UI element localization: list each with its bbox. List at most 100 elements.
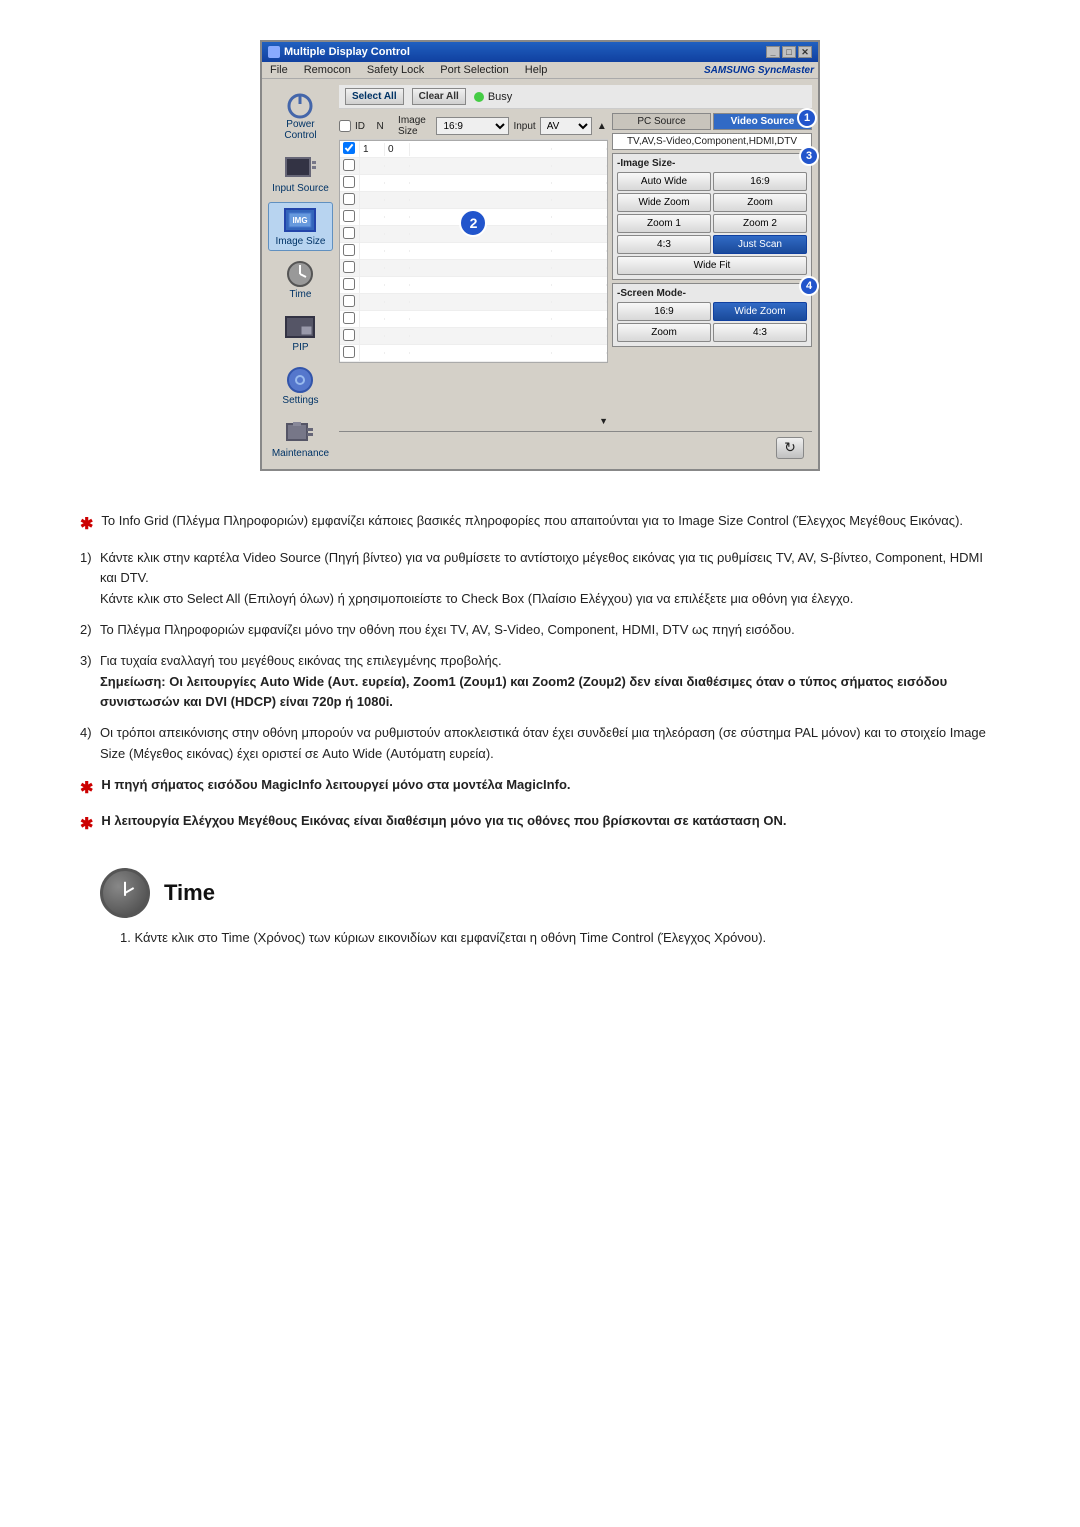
busy-dot-icon	[474, 92, 484, 102]
table-row	[340, 192, 607, 209]
row-checkbox[interactable]	[343, 176, 355, 188]
item-3-bold: Σημείωση: Οι λειτουργίες Auto Wide (Αυτ.…	[100, 674, 947, 710]
table-row	[340, 328, 607, 345]
wide-fit-button[interactable]: Wide Fit	[617, 256, 807, 275]
input-select[interactable]: AV TV HDMI	[540, 117, 592, 135]
clear-all-button[interactable]: Clear All	[412, 88, 466, 105]
row-checkbox[interactable]	[343, 227, 355, 239]
table-row	[340, 175, 607, 192]
busy-label: Busy	[488, 91, 512, 103]
row-checkbox[interactable]	[343, 278, 355, 290]
power-icon	[284, 88, 316, 120]
table-row	[340, 345, 607, 362]
pc-source-tab[interactable]: PC Source	[612, 113, 711, 130]
ratio-4-3-button[interactable]: 4:3	[617, 235, 711, 254]
sidebar-label-imagesize: Image Size	[275, 236, 325, 247]
item-1-text: Κάντε κλικ στην καρτέλα Video Source (Πη…	[100, 550, 983, 586]
imgsize-header-label: Image Size	[398, 115, 432, 137]
table-row	[340, 311, 607, 328]
header-checkbox[interactable]	[339, 120, 351, 132]
screen-mode-title: -Screen Mode-	[617, 288, 807, 299]
close-button[interactable]: ✕	[798, 46, 812, 58]
time-icon	[285, 259, 315, 289]
screen-mode-buttons: 16:9 Wide Zoom Zoom 4:3	[617, 302, 807, 342]
settings-icon	[285, 365, 315, 395]
menu-port-selection[interactable]: Port Selection	[436, 63, 512, 77]
star-note-3-text: Η λειτουργία Ελέγχου Μεγέθους Εικόνας εί…	[101, 811, 1000, 832]
imgsize-select[interactable]: 16:9 4:3 Auto Wide	[436, 117, 509, 135]
zoom-button[interactable]: Zoom	[713, 193, 807, 212]
input-header-label: Input	[513, 121, 535, 132]
window-controls: _ □ ✕	[766, 46, 812, 58]
sidebar-item-settings[interactable]: Settings	[268, 361, 333, 410]
samsung-logo: SAMSUNG SyncMaster	[704, 65, 814, 76]
just-scan-button[interactable]: Just Scan	[713, 235, 807, 254]
zoom1-button[interactable]: Zoom 1	[617, 214, 711, 233]
screen-mode-section: 4 -Screen Mode- 16:9 Wide Zoom Zoom 4:3	[612, 283, 812, 347]
sidebar-item-power[interactable]: Power Control	[268, 85, 333, 145]
table-row	[340, 243, 607, 260]
image-size-icon: IMG	[283, 207, 317, 235]
row-checkbox[interactable]	[343, 159, 355, 171]
input-header: Input AV TV HDMI	[513, 117, 591, 135]
imgsize-header: Image Size 16:9 4:3 Auto Wide	[398, 115, 509, 137]
row-checkbox[interactable]	[343, 244, 355, 256]
time-section-title: Time	[164, 875, 215, 910]
sidebar-item-pip[interactable]: PIP	[268, 308, 333, 357]
select-all-button[interactable]: Select All	[345, 88, 404, 105]
row-checkbox[interactable]	[343, 329, 355, 341]
minimize-button[interactable]: _	[766, 46, 780, 58]
grid-header-num: N	[377, 121, 395, 132]
menu-file[interactable]: File	[266, 63, 292, 77]
sidebar-item-input[interactable]: Input Source	[268, 149, 333, 198]
ratio-16-9-button[interactable]: 16:9	[713, 172, 807, 191]
menu-remocon[interactable]: Remocon	[300, 63, 355, 77]
row-checkbox[interactable]	[343, 210, 355, 222]
screen-4-3-button[interactable]: 4:3	[713, 323, 807, 342]
numbered-item-3: 3) Για τυχαία εναλλαγή του μεγέθους εικό…	[80, 651, 1000, 713]
screen-zoom-button[interactable]: Zoom	[617, 323, 711, 342]
numbered-item-1: 1) Κάντε κλικ στην καρτέλα Video Source …	[80, 548, 1000, 610]
auto-wide-button[interactable]: Auto Wide	[617, 172, 711, 191]
scroll-arrow-up[interactable]: ▲	[596, 121, 608, 132]
wide-zoom-button[interactable]: Wide Zoom	[617, 193, 711, 212]
numbered-item-4: 4) Οι τρόποι απεικόνισης στην οθόνη μπορ…	[80, 723, 1000, 765]
item-1-sub: Κάντε κλικ στο Select All (Επιλογή όλων)…	[100, 591, 853, 606]
sidebar: Power Control Input Source	[268, 85, 333, 463]
zoom2-button[interactable]: Zoom 2	[713, 214, 807, 233]
grid-header-id: ID	[355, 121, 373, 132]
sidebar-label-maintenance: Maintenance	[272, 448, 329, 459]
status-bar: ↻	[339, 431, 812, 463]
refresh-button[interactable]: ↻	[776, 437, 804, 459]
scroll-arrow-down[interactable]: ▼	[339, 415, 608, 427]
star-note-3: ✱ Η λειτουργία Ελέγχου Μεγέθους Εικόνας …	[80, 811, 1000, 838]
menu-safety-lock[interactable]: Safety Lock	[363, 63, 428, 77]
right-panel: 1 PC Source Video Source TV,AV,S-Video,C…	[612, 113, 812, 427]
row-checkbox[interactable]	[343, 142, 355, 154]
menubar: File Remocon Safety Lock Port Selection …	[262, 62, 818, 79]
sidebar-item-time[interactable]: Time	[268, 255, 333, 304]
item-3-main: Για τυχαία εναλλαγή του μεγέθους εικόνας…	[100, 653, 502, 668]
tv-sources-label: TV,AV,S-Video,Component,HDMI,DTV	[612, 133, 812, 150]
svg-text:IMG: IMG	[293, 216, 308, 225]
screen-16-9-button[interactable]: 16:9	[617, 302, 711, 321]
row-checkbox[interactable]	[343, 193, 355, 205]
sidebar-item-imagesize[interactable]: IMG Image Size	[268, 202, 333, 251]
sidebar-item-maintenance[interactable]: Maintenance	[268, 414, 333, 463]
badge-4: 4	[799, 276, 819, 296]
maximize-button[interactable]: □	[782, 46, 796, 58]
window-title: Multiple Display Control	[284, 46, 410, 58]
table-row	[340, 294, 607, 311]
maintenance-icon	[285, 420, 315, 446]
row-checkbox[interactable]	[343, 295, 355, 307]
menu-help[interactable]: Help	[521, 63, 552, 77]
star-note-2: ✱ Η πηγή σήματος εισόδου MagicInfo λειτο…	[80, 775, 1000, 802]
row-checkbox[interactable]	[343, 261, 355, 273]
row-checkbox[interactable]	[343, 312, 355, 324]
image-size-title: -Image Size-	[617, 158, 807, 169]
time-section-icon	[100, 868, 150, 918]
row-checkbox[interactable]	[343, 346, 355, 358]
image-size-buttons: Auto Wide 16:9 Wide Zoom Zoom Zoom 1 Zoo…	[617, 172, 807, 275]
screen-wide-zoom-button[interactable]: Wide Zoom	[713, 302, 807, 321]
badge-2: 2	[459, 209, 487, 237]
